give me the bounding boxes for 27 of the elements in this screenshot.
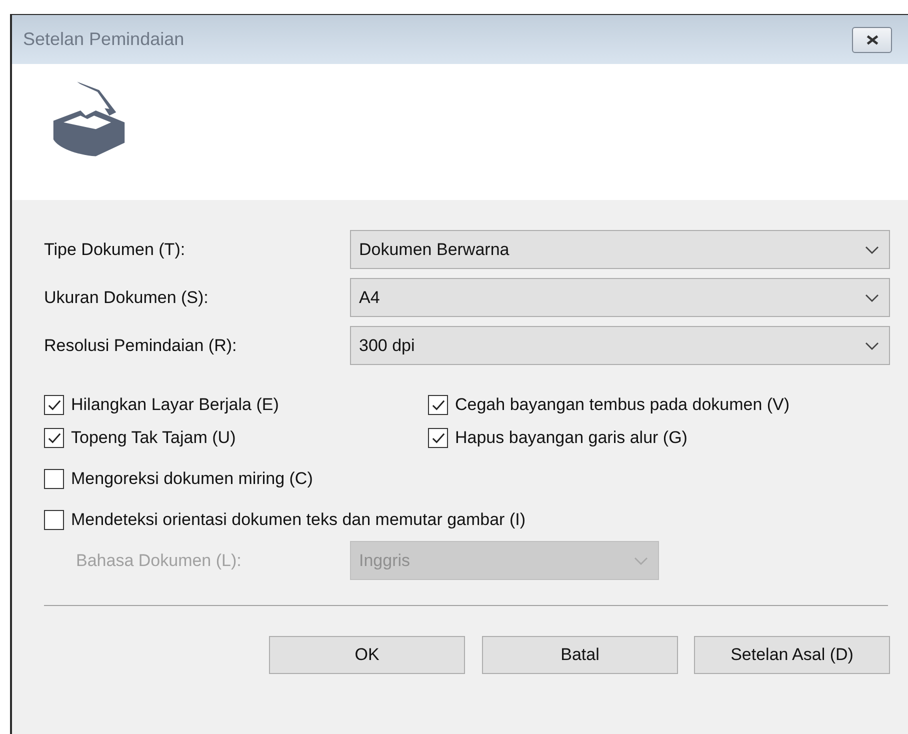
chevron-icon: [865, 342, 879, 350]
checkbox-option[interactable]: Hilangkan Layar Berjala (E): [44, 395, 428, 415]
chevron-icon: [634, 556, 648, 564]
checkbox-option[interactable]: Mendeteksi orientasi dokumen teks dan memutar gambar (I): [44, 510, 890, 530]
checkbox-option[interactable]: Mengoreksi dokumen miring (C): [44, 469, 890, 489]
field-label: Ukuran Dokumen (S):: [44, 288, 210, 308]
dropdown[interactable]: Dokumen Berwarna: [350, 230, 890, 269]
field-label: Resolusi Pemindaian (R):: [44, 336, 238, 356]
checkbox-option[interactable]: Cegah bayangan tembus pada dokumen (V): [428, 395, 890, 415]
dialog-button[interactable]: OK: [269, 636, 465, 674]
field-label: Tipe Dokumen (T):: [44, 240, 186, 260]
dialog-button[interactable]: Batal: [482, 636, 678, 674]
dropdown[interactable]: 300 dpi: [350, 326, 890, 365]
close-icon: [864, 34, 880, 46]
checkbox-option[interactable]: Hapus bayangan garis alur (G): [428, 428, 890, 448]
close-button[interactable]: [852, 26, 892, 52]
checkbox-option[interactable]: Topeng Tak Tajam (U): [44, 428, 428, 448]
dialog-button[interactable]: Setelan Asal (D): [694, 636, 890, 674]
check-icon: [430, 431, 446, 445]
check-icon: [46, 431, 62, 445]
chevron-icon: [865, 246, 879, 254]
window-title: Setelan Pemindaian: [23, 29, 184, 50]
check-icon: [430, 398, 446, 412]
chevron-icon: [865, 294, 879, 302]
dropdown[interactable]: A4: [350, 278, 890, 317]
field-label: Bahasa Dokumen (L):: [76, 550, 242, 570]
check-icon: [46, 398, 62, 412]
